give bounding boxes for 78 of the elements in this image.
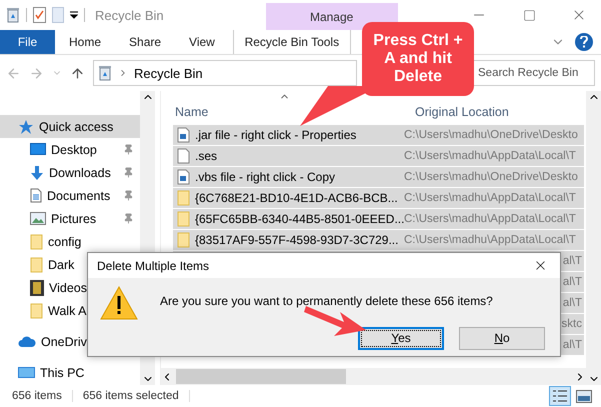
location-cell-text: C:\Users\madhu\AppData\Local\T <box>404 234 577 246</box>
location-cell-text: C:\Users\madhu\AppData\Local\T <box>404 213 577 225</box>
location-cell-text: C:\Users\madhu\OneDrive\Deskto <box>404 129 579 141</box>
file-row[interactable]: .jar file - right click - Properties C:\Users\madhu\OneDrive\Deskto <box>173 125 584 146</box>
details-view-icon <box>552 389 568 403</box>
file-name: .vbs file - right click - Copy <box>195 170 336 184</box>
window-title: Recycle Bin <box>95 8 164 22</box>
dropdown-icon <box>70 11 78 19</box>
help-icon[interactable] <box>575 33 593 51</box>
folder-icon <box>30 257 43 274</box>
dialog-button[interactable]: Yes <box>358 326 444 350</box>
file-list-scrollbar[interactable] <box>586 91 601 385</box>
file-row[interactable]: {83517AF9-557F-4598-93D7-3C729... C:\Users\madhu\AppData\Local\T <box>173 230 584 251</box>
dialog-title: Delete Multiple Items <box>97 258 210 272</box>
file-row[interactable]: {6C768E21-BD10-4E1D-ACB6-BCB... C:\Users\madhu\AppData\Local\T <box>173 188 584 209</box>
view-button[interactable] <box>549 386 571 406</box>
dialog-message: Are you sure you want to permanently delete these 656 items? <box>160 294 493 308</box>
ribbon-tab[interactable]: Recycle Bin Tools <box>232 30 351 54</box>
location-cell-text: C:\Users\madhu\AppData\Local\T <box>404 150 577 162</box>
file-name: .jar file - right click - Properties <box>195 128 356 142</box>
large-icons-view-icon <box>576 390 592 402</box>
desktop-icon <box>30 143 46 156</box>
folder-icon <box>177 190 190 206</box>
ribbon-tab[interactable]: File <box>0 30 55 54</box>
search-field[interactable]: Search Recycle Bin <box>473 60 595 86</box>
properties-icon <box>33 7 46 23</box>
warning-icon <box>100 286 138 320</box>
folder-icon <box>30 303 43 320</box>
location-cell: al\T <box>562 276 582 288</box>
address-bar[interactable]: Recycle Bin <box>93 60 357 86</box>
recycle-bin-icon <box>98 65 112 81</box>
sidebar-item[interactable]: This PC <box>0 362 140 386</box>
location-cell-text: C:\Users\madhu\OneDrive\Deskto <box>404 171 579 183</box>
sidebar-item[interactable]: Documents <box>0 184 140 208</box>
sidebar-item[interactable]: config <box>0 230 140 254</box>
callout-note: Press Ctrl + A and hit Delete <box>362 22 474 96</box>
location-cell: al\T <box>562 297 582 309</box>
image-file-icon <box>177 127 190 143</box>
sidebar-item[interactable]: Quick access <box>0 115 140 138</box>
recycle-bin-icon <box>6 7 20 23</box>
document-icon <box>30 188 42 204</box>
film-icon <box>30 280 44 296</box>
sidebar-item[interactable]: Desktop <box>0 138 140 162</box>
pictures-icon <box>30 212 46 226</box>
file-name: .ses <box>195 149 218 163</box>
location-cell: al\T <box>562 255 582 267</box>
sidebar-item[interactable]: Pictures <box>0 207 140 230</box>
maximize-icon[interactable] <box>522 8 536 22</box>
file-row[interactable]: .ses C:\Users\madhu\AppData\Local\T <box>173 146 584 167</box>
file-icon <box>177 148 190 164</box>
file-name: {6C768E21-BD10-4E1D-ACB6-BCB... <box>195 191 398 205</box>
manage-tab[interactable]: Manage <box>266 3 398 30</box>
file-name: {83517AF9-557F-4598-93D7-3C729... <box>195 233 398 247</box>
cloud-icon <box>18 336 36 348</box>
location-cell-text: C:\Users\madhu\AppData\Local\T <box>404 192 577 204</box>
file-row[interactable]: {65FC65BB-6340-44B5-8501-0EEED...C:\Users\madhu\AppData\Local\T <box>173 209 584 230</box>
item-count: 656 items <box>12 390 62 402</box>
star-icon <box>18 118 34 135</box>
column-header[interactable]: Name <box>161 95 401 119</box>
up-icon[interactable] <box>70 66 85 80</box>
folder-icon <box>30 234 43 250</box>
sidebar-item[interactable]: Videos <box>0 276 140 300</box>
sidebar-item[interactable]: Walk A <box>0 300 140 323</box>
computer-icon <box>18 366 35 380</box>
selection-count: 656 items selected <box>82 390 179 402</box>
file-name: {65FC65BB-6340-44B5-8501-0EEED... <box>195 212 404 226</box>
image-file-icon <box>177 169 190 185</box>
sidebar-item[interactable]: OneDriv <box>0 330 140 354</box>
horizontal-scrollbar[interactable] <box>161 368 586 385</box>
folder-icon <box>177 211 190 227</box>
sidebar-item[interactable]: Downloads <box>0 161 140 184</box>
download-icon <box>30 164 44 181</box>
dialog-button[interactable]: No <box>459 326 545 350</box>
folder-icon <box>177 232 190 248</box>
location-cell: al\T <box>562 339 582 351</box>
location-cell: sktc <box>562 318 582 330</box>
column-header[interactable]: Original Location <box>401 95 571 119</box>
file-row[interactable]: .vbs file - right click - Copy C:\Users\madhu\OneDrive\Deskto <box>173 167 584 188</box>
